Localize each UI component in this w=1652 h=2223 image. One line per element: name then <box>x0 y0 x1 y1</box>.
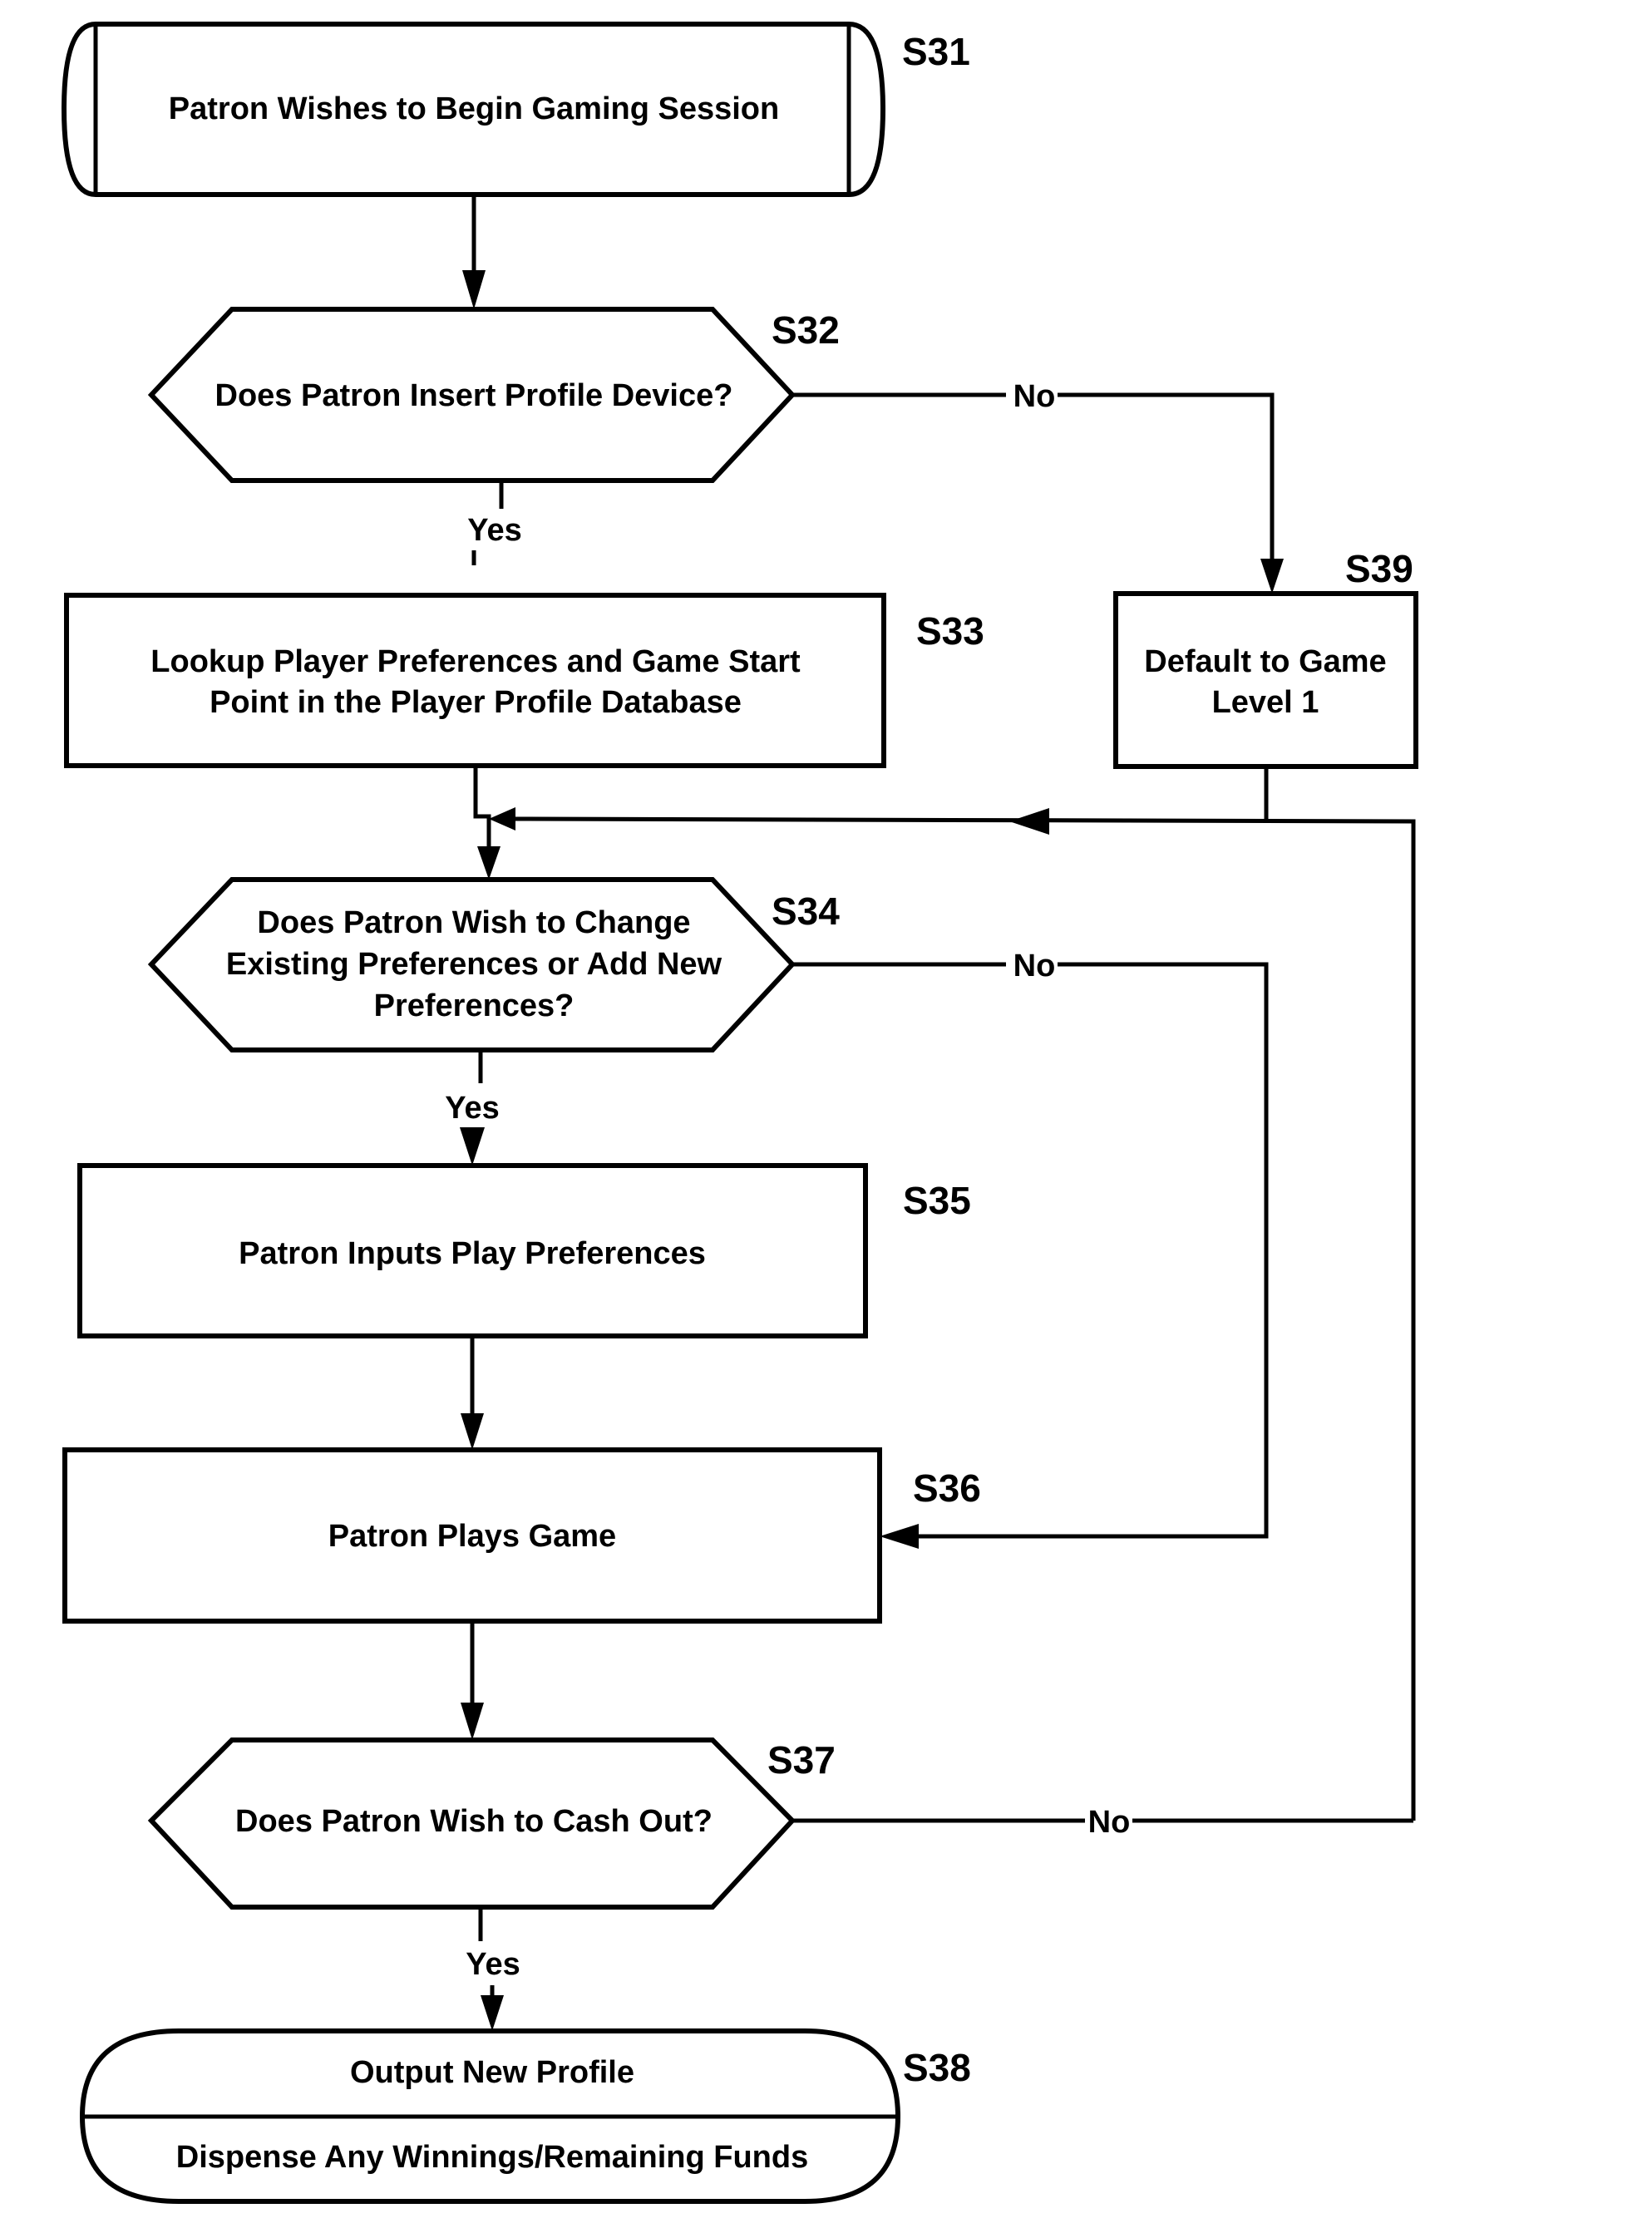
edge-label-s34-no: No <box>1013 949 1056 983</box>
arrowhead <box>481 1995 504 2031</box>
edge-s33-s34 <box>473 766 491 856</box>
node-s34-text-line3: Preferences? <box>374 988 575 1023</box>
flowchart: Patron Wishes to Begin Gaming Session S3… <box>61 22 1418 2204</box>
node-s32-text: Does Patron Insert Profile Device? <box>215 378 733 413</box>
edge-s34-no-b <box>916 962 1269 1539</box>
node-s37: Does Patron Wish to Cash Out? S37 <box>147 1737 836 1910</box>
step-label-s33: S33 <box>916 609 984 653</box>
node-s38: Output New Profile Dispense Any Winnings… <box>79 2028 971 2204</box>
step-label-s38: S38 <box>903 2046 971 2089</box>
edge-label-s37-yes: Yes <box>466 1947 520 1982</box>
step-label-s35: S35 <box>903 1179 971 1222</box>
node-s39-text-line2: Level 1 <box>1212 685 1319 720</box>
arrowhead <box>461 1413 484 1450</box>
edge-label-s34-yes: Yes <box>445 1091 500 1126</box>
node-s36-text: Patron Plays Game <box>328 1519 616 1554</box>
node-s33: Lookup Player Preferences and Game Start… <box>64 593 984 768</box>
node-s38-text-line2: Dispense Any Winnings/Remaining Funds <box>176 2140 808 2175</box>
arrowhead <box>461 1703 484 1740</box>
node-s39-text-line1: Default to Game <box>1144 644 1386 679</box>
node-s34: Does Patron Wish to Change Existing Pref… <box>147 877 840 1052</box>
arrowhead <box>880 1524 919 1549</box>
arrowhead <box>489 807 515 831</box>
node-s34-text-line1: Does Patron Wish to Change <box>257 905 690 940</box>
node-s33-text-line1: Lookup Player Preferences and Game Start <box>150 644 801 679</box>
edge-s32-no-b <box>1058 392 1275 565</box>
node-s34-text-line2: Existing Preferences or Add New <box>226 947 722 982</box>
arrowhead <box>462 270 486 309</box>
edge-label-s37-no: No <box>1088 1805 1131 1840</box>
node-s35: Patron Inputs Play Preferences S35 <box>77 1163 971 1338</box>
arrowhead <box>460 1127 485 1166</box>
step-label-s32: S32 <box>772 308 840 352</box>
node-s39: Default to Game Level 1 S39 <box>1113 547 1418 769</box>
node-s31: Patron Wishes to Begin Gaming Session S3… <box>61 22 970 197</box>
step-label-s37: S37 <box>767 1738 836 1782</box>
arrowhead <box>1260 559 1284 594</box>
arrowhead <box>477 846 501 880</box>
arrowhead <box>1009 808 1049 835</box>
node-s32: Does Patron Insert Profile Device? S32 <box>147 307 840 483</box>
node-s38-text-line1: Output New Profile <box>350 2055 634 2090</box>
node-s35-text: Patron Inputs Play Preferences <box>239 1236 706 1271</box>
step-label-s39: S39 <box>1345 547 1413 590</box>
node-s37-text: Does Patron Wish to Cash Out? <box>235 1804 713 1839</box>
node-s33-text-line2: Point in the Player Profile Database <box>210 685 742 720</box>
edge-label-s32-yes: Yes <box>467 513 522 548</box>
step-label-s34: S34 <box>772 890 840 933</box>
edge-label-s32-no: No <box>1013 379 1056 414</box>
node-s36: Patron Plays Game S36 <box>62 1447 981 1624</box>
node-s31-text: Patron Wishes to Begin Gaming Session <box>169 91 779 126</box>
step-label-s36: S36 <box>913 1466 981 1510</box>
step-label-s31: S31 <box>902 30 970 73</box>
